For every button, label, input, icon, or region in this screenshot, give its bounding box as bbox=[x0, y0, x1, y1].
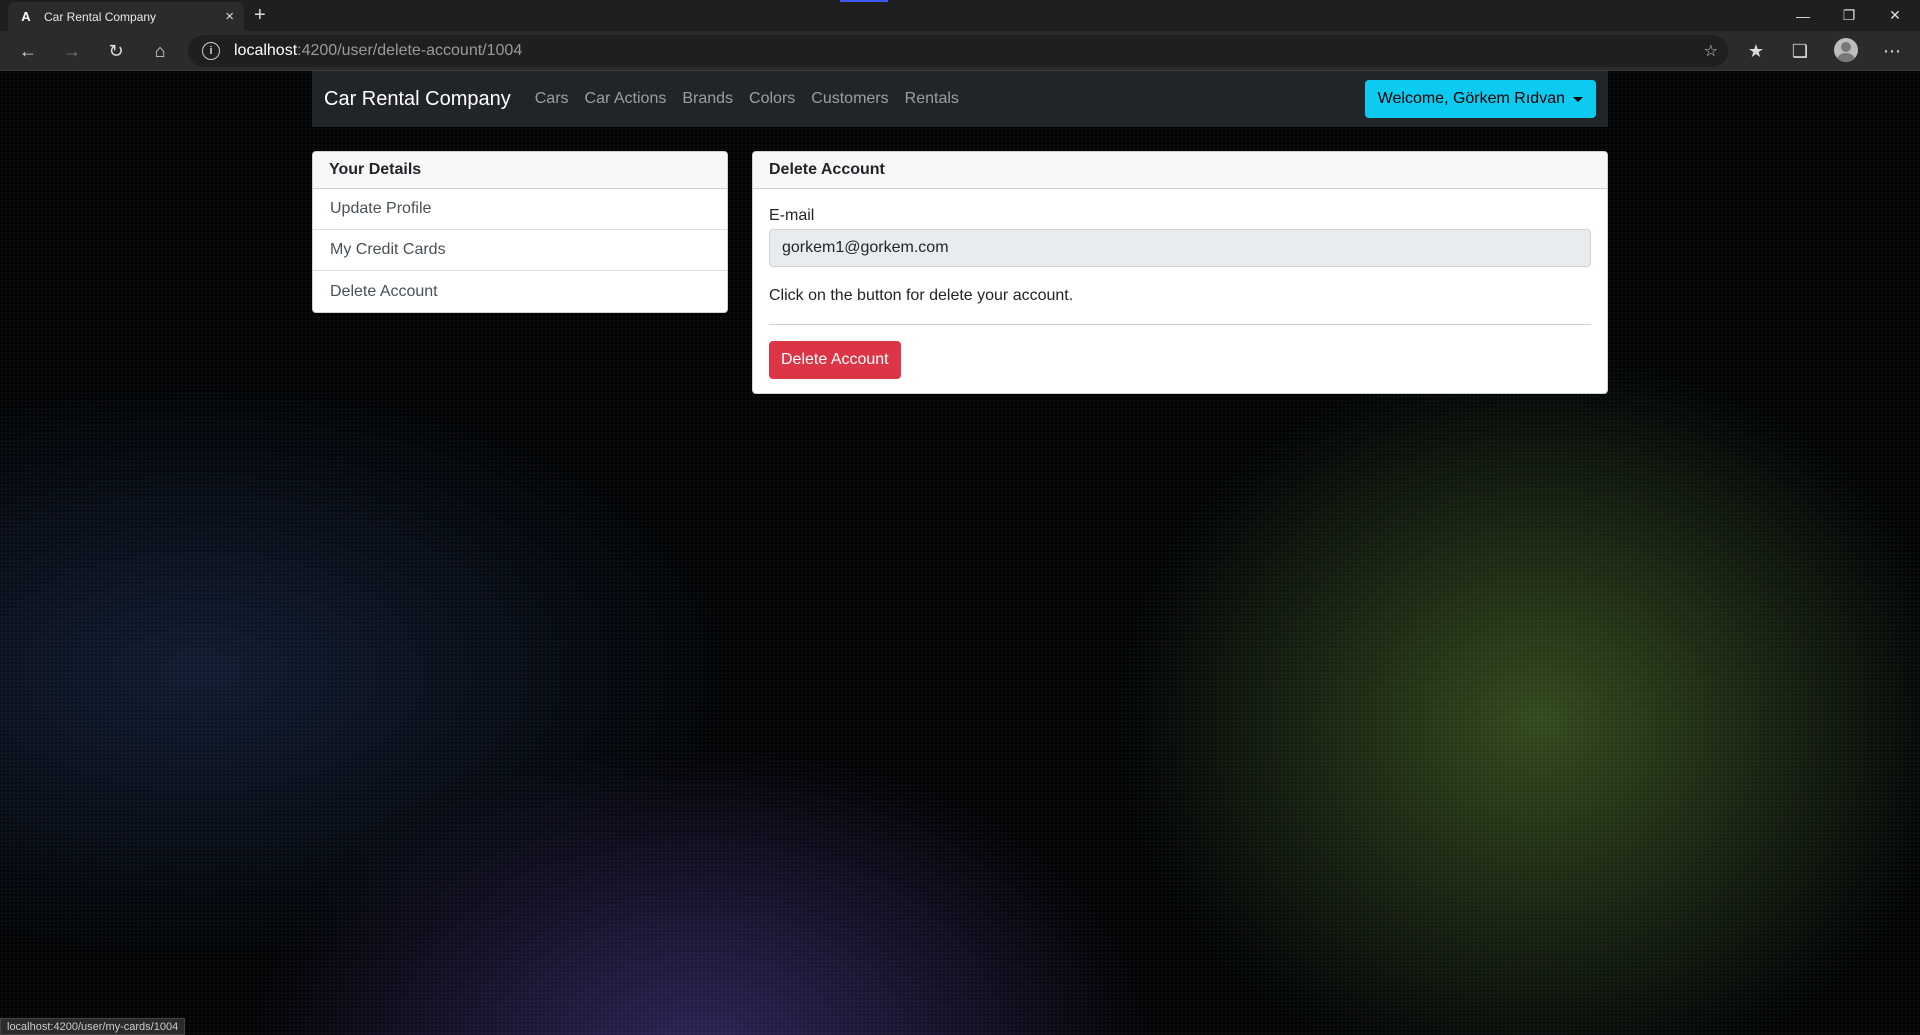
minimize-icon[interactable]: — bbox=[1780, 0, 1826, 31]
sidebar-item-update-profile[interactable]: Update Profile bbox=[313, 189, 727, 230]
nav-link-cars[interactable]: Cars bbox=[535, 90, 569, 108]
site-info-icon[interactable]: i bbox=[202, 42, 220, 60]
welcome-label: Welcome, Görkem Rıdvan bbox=[1377, 90, 1565, 107]
page-viewport: Car Rental Company Cars Car Actions Bran… bbox=[0, 71, 1920, 1035]
profile-avatar[interactable] bbox=[1834, 38, 1858, 62]
navbar-brand[interactable]: Car Rental Company bbox=[324, 88, 511, 111]
angular-favicon-icon: A bbox=[21, 9, 31, 24]
delete-account-body: E-mail Click on the button for delete yo… bbox=[753, 189, 1607, 393]
back-icon[interactable]: ← bbox=[14, 39, 42, 63]
nav-link-rentals[interactable]: Rentals bbox=[905, 90, 959, 108]
browser-tabstrip: A Car Rental Company × + — ❐ ✕ bbox=[0, 0, 1920, 31]
delete-account-title: Delete Account bbox=[753, 152, 1607, 189]
add-favorite-icon[interactable]: ☆ bbox=[1704, 41, 1718, 61]
close-window-icon[interactable]: ✕ bbox=[1872, 0, 1918, 31]
tab-accent-line bbox=[840, 0, 888, 2]
restore-icon[interactable]: ❐ bbox=[1826, 0, 1872, 31]
divider bbox=[769, 324, 1591, 325]
your-details-title: Your Details bbox=[313, 152, 727, 189]
browser-toolbar: ← → ↻ ⌂ i localhost :4200/user/delete-ac… bbox=[0, 31, 1920, 71]
home-icon[interactable]: ⌂ bbox=[146, 39, 174, 63]
nav-link-colors[interactable]: Colors bbox=[749, 90, 795, 108]
address-bar[interactable]: i localhost :4200/user/delete-account/10… bbox=[188, 35, 1728, 67]
reload-icon[interactable]: ↻ bbox=[102, 39, 130, 63]
status-bar-url: localhost:4200/user/my-cards/1004 bbox=[0, 1018, 186, 1035]
welcome-dropdown-button[interactable]: Welcome, Görkem Rıdvan bbox=[1364, 80, 1596, 118]
sidebar-item-my-credit-cards[interactable]: My Credit Cards bbox=[313, 230, 727, 271]
your-details-card: Your Details Update Profile My Credit Ca… bbox=[312, 151, 728, 313]
main-navbar: Car Rental Company Cars Car Actions Bran… bbox=[312, 71, 1608, 127]
sidebar-item-delete-account[interactable]: Delete Account bbox=[313, 271, 727, 312]
close-tab-icon[interactable]: × bbox=[225, 8, 234, 25]
collections-icon[interactable]: ❏ bbox=[1786, 39, 1814, 63]
nav-link-brands[interactable]: Brands bbox=[682, 90, 733, 108]
delete-account-button[interactable]: Delete Account bbox=[769, 341, 901, 379]
nav-link-customers[interactable]: Customers bbox=[811, 90, 888, 108]
favorites-icon[interactable]: ★ bbox=[1742, 39, 1770, 63]
new-tab-icon[interactable]: + bbox=[254, 4, 266, 27]
browser-tab[interactable]: A Car Rental Company × bbox=[8, 2, 244, 31]
email-label: E-mail bbox=[769, 207, 815, 224]
delete-account-card: Delete Account E-mail Click on the butto… bbox=[752, 151, 1608, 394]
caret-down-icon bbox=[1573, 96, 1583, 102]
email-field[interactable] bbox=[769, 229, 1591, 267]
url-path: :4200/user/delete-account/1004 bbox=[297, 42, 523, 59]
delete-hint-text: Click on the button for delete your acco… bbox=[769, 287, 1074, 304]
tab-title: Car Rental Company bbox=[44, 9, 157, 24]
url-host: localhost bbox=[234, 42, 298, 59]
forward-icon[interactable]: → bbox=[58, 39, 86, 63]
nav-link-car-actions[interactable]: Car Actions bbox=[585, 90, 667, 108]
more-options-icon[interactable]: ⋯ bbox=[1878, 39, 1906, 63]
